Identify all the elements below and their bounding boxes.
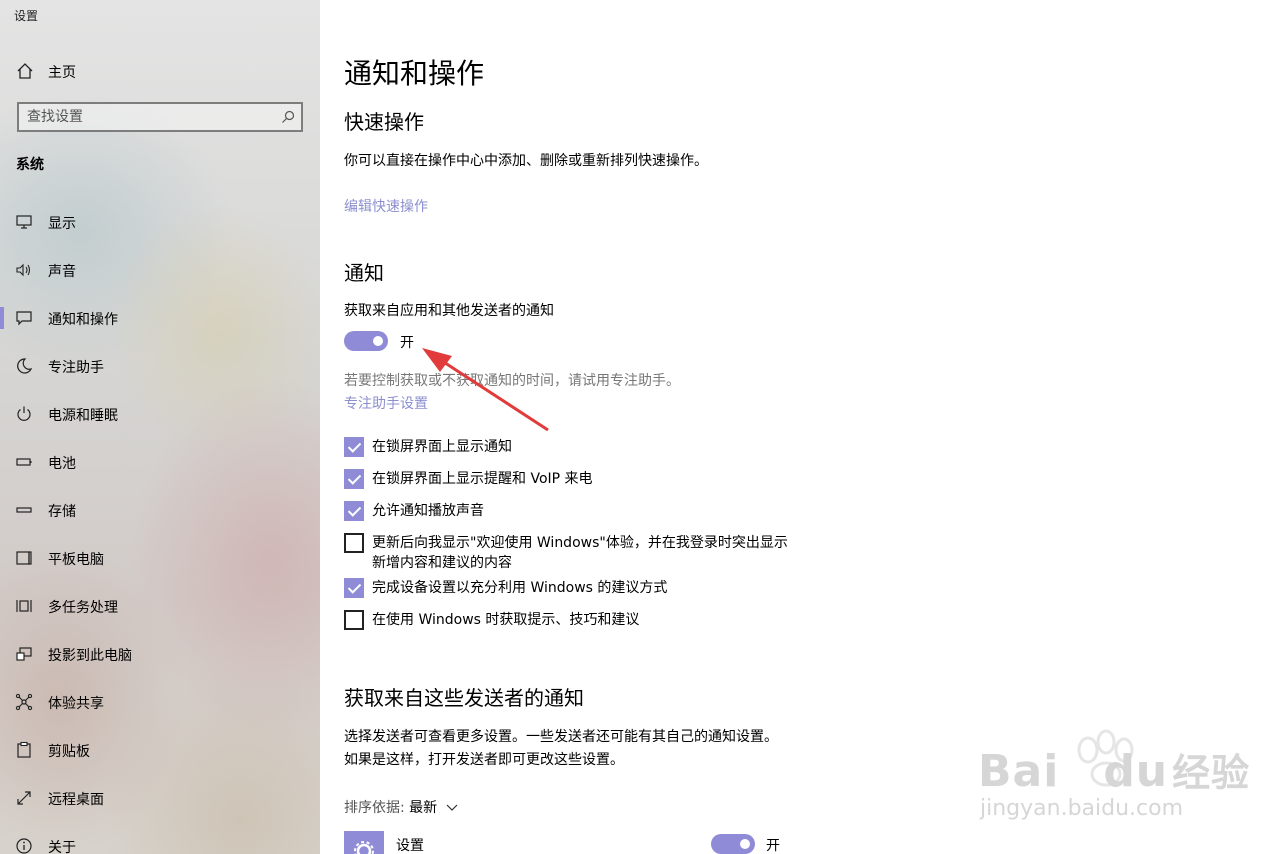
sidebar-item-label: 投影到此电脑 [48,648,132,664]
project-icon [16,647,32,661]
search-box[interactable] [17,102,303,132]
sidebar-item-label: 关于 [48,840,76,854]
battery-icon [16,458,32,466]
sidebar-item-label: 平板电脑 [48,552,104,568]
tablet-icon [16,551,32,565]
checkbox-label: 在锁屏界面上显示通知 [372,439,512,455]
checkbox-label: 完成设备设置以充分利用 Windows 的建议方式 [372,580,668,596]
sidebar-item-power[interactable]: 电源和睡眠 [0,394,320,434]
focus-assist-settings-link[interactable]: 专注助手设置 [344,393,428,413]
sidebar-item-multitasking[interactable]: 多任务处理 [0,586,320,626]
notifications-toggle-state: 开 [400,335,414,351]
checkbox[interactable] [344,501,364,521]
power-icon [17,406,31,421]
sidebar-item-notifications[interactable]: 通知和操作 [0,298,320,338]
chevron-down-icon [446,804,458,811]
active-indicator [0,307,4,329]
sidebar-item-label: 存储 [48,504,76,520]
checkbox[interactable] [344,437,364,457]
sidebar-item-shared-experiences[interactable]: 体验共享 [0,682,320,722]
sidebar-item-tablet[interactable]: 平板电脑 [0,538,320,578]
sidebar-item-label: 远程桌面 [48,792,104,808]
sender-toggle-state: 开 [766,838,780,854]
watermark-url: jingyan.baidu.com [980,796,1184,821]
home-nav[interactable]: 主页 [0,56,320,86]
sidebar-item-label: 专注助手 [48,360,104,376]
checkbox-label: 允许通知播放声音 [372,503,484,519]
sort-dropdown[interactable]: 排序依据: 最新 [344,797,458,817]
edit-quick-actions-link[interactable]: 编辑快速操作 [344,196,428,216]
sidebar-item-storage[interactable]: 存储 [0,490,320,530]
quick-actions-description: 你可以直接在操作中心中添加、删除或重新排列快速操作。 [344,153,708,169]
sidebar-item-clipboard[interactable]: 剪贴板 [0,730,320,770]
sidebar-item-label: 多任务处理 [48,600,118,616]
watermark-brand: Bai [978,746,1060,797]
home-icon [17,63,33,79]
sort-value: 最新 [409,800,438,816]
sort-label: 排序依据: [344,800,405,816]
info-icon [16,838,32,854]
watermark-brand-2: du [1103,746,1169,797]
notification-icon [16,311,32,326]
speaker-icon [16,263,31,277]
sender-name: 设置 [396,838,424,854]
sidebar-item-label: 显示 [48,216,76,232]
checkbox[interactable] [344,578,364,598]
checkbox-label: 在使用 Windows 时获取提示、技巧和建议 [372,612,640,628]
watermark-text: Bai du 经验 [978,742,1250,797]
sidebar-item-battery[interactable]: 电池 [0,442,320,482]
sidebar-item-focus-assist[interactable]: 专注助手 [0,346,320,386]
sidebar-item-project[interactable]: 投影到此电脑 [0,634,320,674]
senders-heading: 获取来自这些发送者的通知 [344,686,584,710]
checkbox[interactable] [344,533,364,553]
storage-icon [16,507,32,513]
notifications-toggle[interactable] [344,331,388,351]
remote-desktop-icon [17,791,31,805]
search-input[interactable] [27,107,267,127]
quick-actions-heading: 快速操作 [344,110,424,134]
toggle-knob [373,336,383,346]
section-heading: 系统 [16,157,44,173]
checkbox-label: 在锁屏界面上显示提醒和 VoIP 来电 [372,471,593,487]
watermark-cn: 经验 [1172,751,1251,795]
sidebar: 设置 主页 系统 显示 声音 通知和操作 专注助手 电源和睡眠 电池 [0,0,320,854]
clipboard-icon [17,741,31,758]
sidebar-item-label: 电池 [48,456,76,472]
focus-assist-hint: 若要控制获取或不获取通知的时间，请试用专注助手。 [344,373,680,389]
share-icon [15,693,33,711]
monitor-icon [16,215,32,229]
sidebar-item-label: 体验共享 [48,696,104,712]
toggle-knob [740,839,750,849]
gear-icon [344,831,384,854]
moon-icon [17,358,33,374]
checkbox[interactable] [344,469,364,489]
sidebar-item-label: 剪贴板 [48,744,90,760]
notifications-toggle-caption: 获取来自应用和其他发送者的通知 [344,303,554,319]
window-title: 设置 [14,9,39,23]
search-icon[interactable] [281,110,295,124]
sidebar-item-sound[interactable]: 声音 [0,250,320,290]
sidebar-item-remote-desktop[interactable]: 远程桌面 [0,778,320,818]
senders-description: 选择发送者可查看更多设置。一些发送者还可能有其自己的通知设置。如果是这样，打开发… [344,729,778,768]
home-label: 主页 [48,65,76,81]
sender-toggle-settings[interactable] [711,834,755,854]
page-title: 通知和操作 [344,57,485,90]
sidebar-item-about[interactable]: 关于 [0,826,320,854]
sidebar-item-label: 通知和操作 [48,312,118,328]
notifications-heading: 通知 [344,261,384,285]
checkbox[interactable] [344,610,364,630]
sidebar-item-label: 电源和睡眠 [48,408,118,424]
sidebar-item-display[interactable]: 显示 [0,202,320,242]
checkbox-label: 更新后向我显示"欢迎使用 Windows"体验，并在我登录时突出显示新增内容和建… [372,535,788,571]
multitask-icon [16,600,32,612]
sidebar-item-label: 声音 [48,264,76,280]
